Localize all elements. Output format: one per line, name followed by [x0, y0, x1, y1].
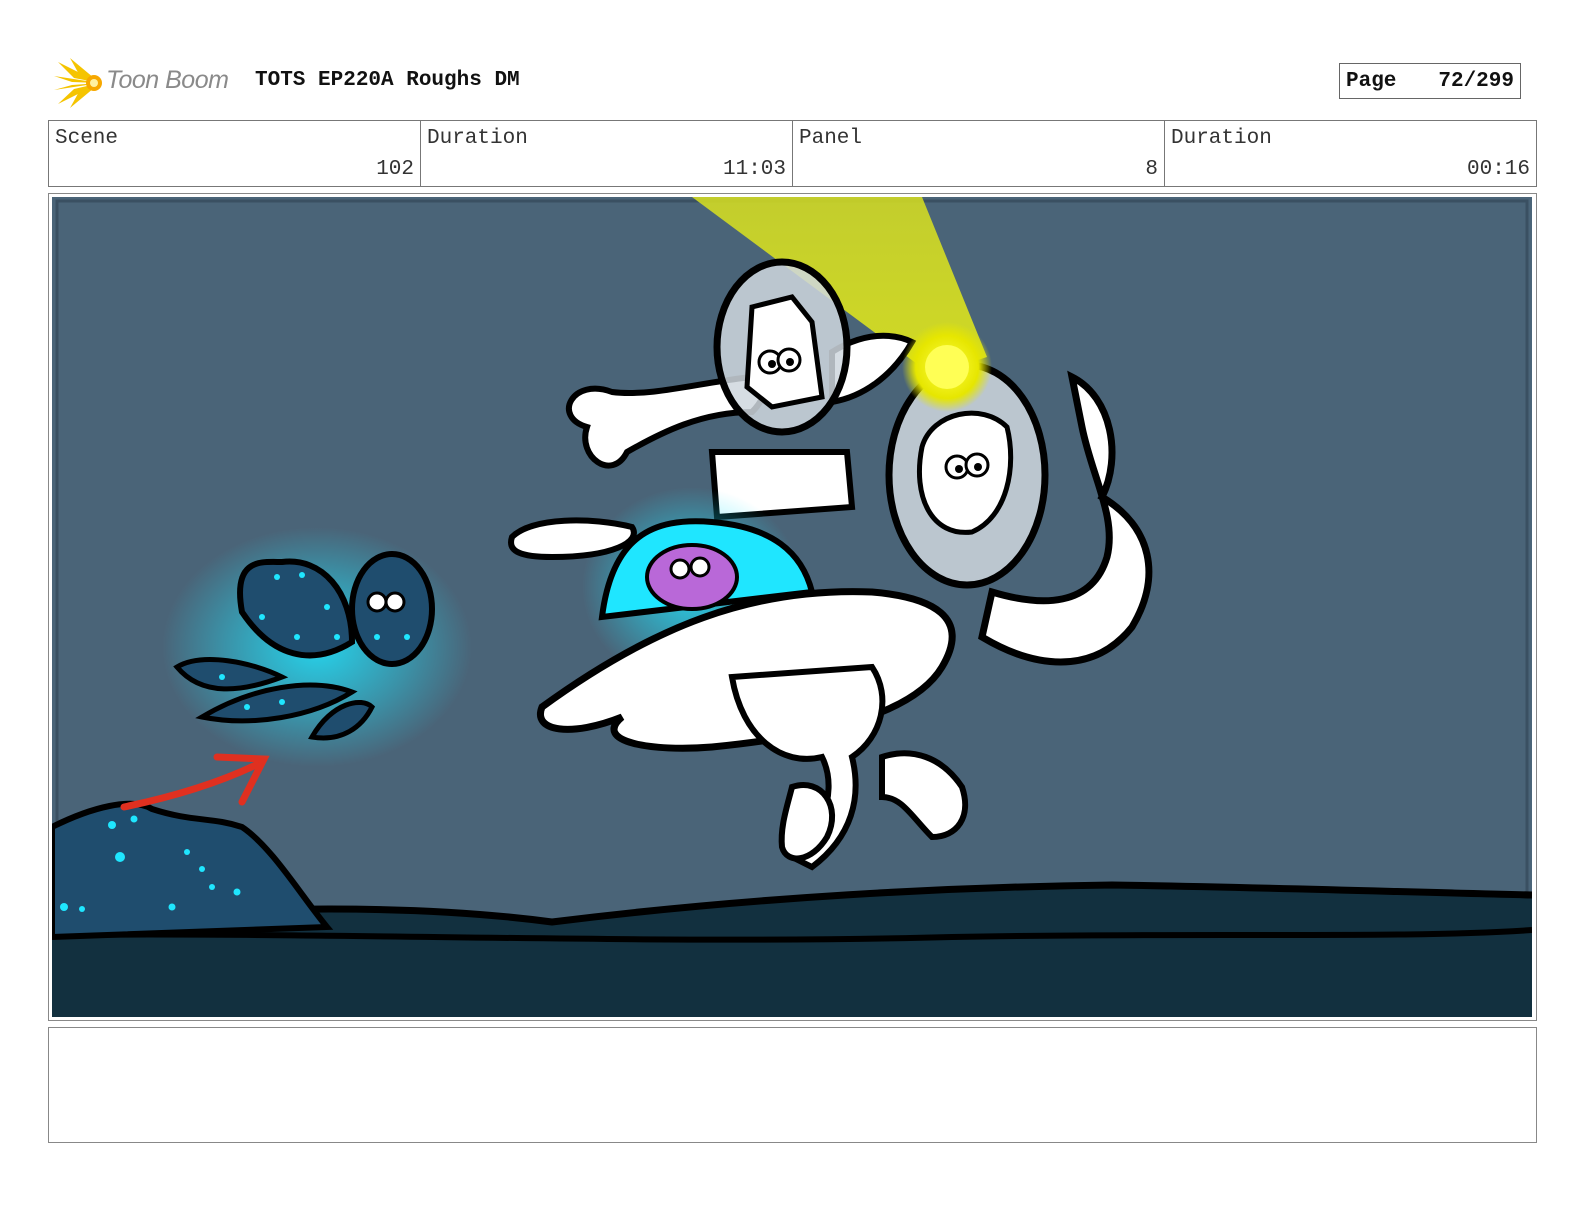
panel-info-row: Scene 102 Duration 11:03 Panel 8 Duratio… [48, 120, 1537, 187]
scene-duration-cell: Duration 11:03 [421, 121, 793, 186]
page-label: Page [1346, 69, 1397, 93]
page-number: 72/299 [1438, 69, 1514, 93]
panel-label: Panel [799, 127, 863, 150]
scene-duration-label: Duration [427, 127, 528, 150]
storyboard-panel [48, 193, 1537, 1021]
scene-label: Scene [55, 127, 119, 150]
storyboard-header: Toon Boom TOTS EP220A Roughs DM Page 72/… [50, 56, 1536, 110]
panel-duration-cell: Duration 00:16 [1165, 121, 1536, 186]
scene-value: 102 [376, 158, 414, 181]
panel-value: 8 [1145, 158, 1158, 181]
logo-text: Toon Boom [106, 66, 229, 94]
document-title: TOTS EP220A Roughs DM [255, 69, 520, 92]
toon-boom-starburst-icon [54, 58, 102, 108]
panel-duration-label: Duration [1171, 127, 1272, 150]
panel-cell: Panel 8 [793, 121, 1165, 186]
page-indicator: Page 72/299 [1339, 63, 1521, 99]
scene-duration-value: 11:03 [722, 158, 786, 181]
glowing-turtle [162, 527, 472, 767]
scene-cell: Scene 102 [49, 121, 421, 186]
panel-drawing [52, 197, 1532, 1017]
panel-notes-box [48, 1027, 1537, 1143]
panel-duration-value: 00:16 [1466, 158, 1530, 181]
toon-boom-logo: Toon Boom [52, 56, 242, 110]
